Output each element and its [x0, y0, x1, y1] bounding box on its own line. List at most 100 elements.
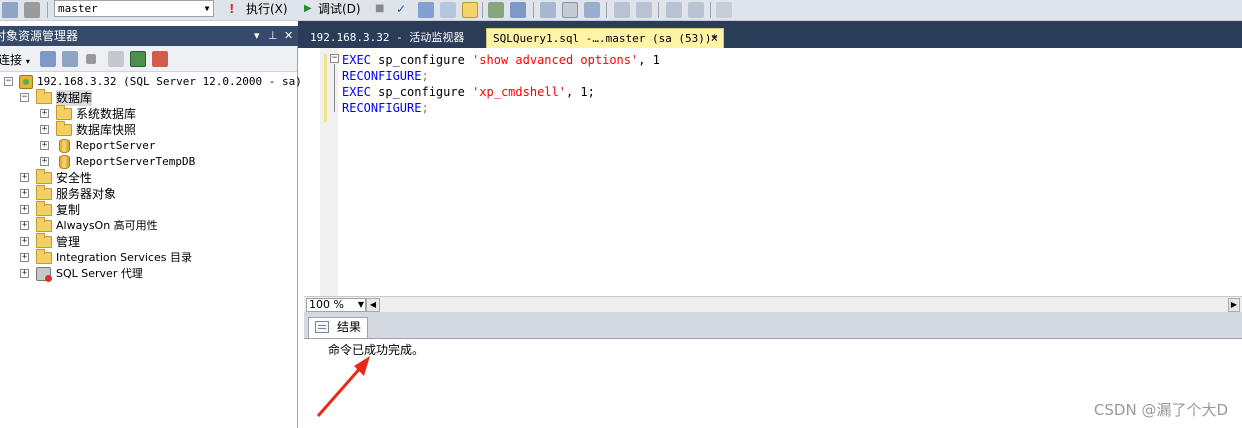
tree-node-label: AlwaysOn 高可用性 [56, 219, 158, 232]
include-plan-icon[interactable] [488, 2, 504, 18]
expand-toggle[interactable]: + [20, 269, 29, 278]
tree-node-label: ReportServerTempDB [76, 155, 196, 168]
tree-node-server-objects[interactable]: + 服务器对象 [0, 185, 297, 202]
specify-template-icon[interactable] [716, 2, 732, 18]
object-explorer-title: 对象资源管理器 [0, 29, 79, 43]
tree-node-databases[interactable]: − 数据库 [0, 89, 297, 106]
results-to-file-icon[interactable] [562, 2, 578, 18]
arrow-shaft [316, 365, 364, 417]
pin-icon[interactable]: ⊥ [268, 26, 278, 46]
editor-gutter [320, 48, 338, 296]
folder-icon [36, 201, 52, 216]
results-to-grid-icon[interactable] [540, 2, 556, 18]
object-explorer-titlebar: 对象资源管理器 ▾ ⊥ ✕ [0, 26, 298, 46]
object-explorer-toolbar: 连接 ▾ [0, 46, 297, 72]
scroll-left-button[interactable]: ◀ [366, 298, 380, 312]
tab-label: 结果 [337, 320, 362, 334]
folder-icon [36, 89, 52, 104]
tree-node-server[interactable]: − 192.168.3.32 (SQL Server 12.0.2000 - s… [0, 74, 302, 90]
tree-node-label: 管理 [56, 235, 81, 249]
filter-icon[interactable] [108, 51, 124, 67]
expand-toggle[interactable]: + [20, 189, 29, 198]
sql-identifier: sp_configure [370, 85, 473, 99]
expand-toggle[interactable]: + [40, 109, 49, 118]
client-stats-icon[interactable] [510, 2, 526, 18]
refresh-icon[interactable] [130, 51, 146, 67]
watermark: CSDN @漏了个大D [1093, 401, 1228, 419]
comment-icon[interactable] [614, 2, 630, 18]
folder-icon [36, 249, 52, 264]
expand-toggle[interactable]: + [40, 141, 49, 150]
dropdown-icon[interactable]: ▾ [254, 26, 260, 46]
code-line: EXEC sp_configure 'xp_cmdshell', 1; [342, 84, 595, 100]
tree-node-management[interactable]: + 管理 [0, 233, 297, 250]
uncomment-icon[interactable] [636, 2, 652, 18]
scroll-right-button[interactable]: ▶ [1228, 298, 1240, 312]
toolbar-separator [710, 2, 711, 18]
database-select[interactable]: master ▼ [54, 0, 214, 17]
stop-icon[interactable]: ■ [375, 1, 384, 17]
tree-node-system-databases[interactable]: + 系统数据库 [0, 105, 297, 122]
folder-icon [36, 217, 52, 232]
close-icon[interactable]: ✕ [284, 26, 293, 46]
tree-node-replication[interactable]: + 复制 [0, 201, 297, 218]
tab-close-icon[interactable]: × [711, 29, 718, 48]
increase-indent-icon[interactable] [688, 2, 704, 18]
sql-args: , 1 [638, 53, 660, 67]
sql-punct: ; [421, 101, 429, 115]
debug-icon[interactable]: ▶ [304, 1, 312, 17]
tree-node-database-snapshots[interactable]: + 数据库快照 [0, 121, 297, 138]
tab-label: 192.168.3.32 - 活动监视器 [310, 31, 465, 44]
expand-toggle[interactable]: + [20, 221, 29, 230]
tools-icon[interactable] [24, 2, 40, 18]
collapse-toggle[interactable]: − [4, 77, 13, 86]
expand-toggle[interactable]: + [20, 173, 29, 182]
outline-collapse-toggle[interactable]: − [330, 54, 339, 63]
connect-label: 连接 [0, 53, 23, 67]
execute-button[interactable]: 执行(X) [246, 1, 288, 17]
collapse-toggle[interactable]: − [20, 93, 29, 102]
toolbar-separator [533, 2, 534, 18]
object-explorer-icon[interactable] [2, 2, 18, 18]
folder-icon [36, 169, 52, 184]
connect-button[interactable]: 连接 ▾ [0, 51, 30, 68]
expand-toggle[interactable]: + [20, 205, 29, 214]
messages-icon [315, 321, 329, 333]
tab-activity-monitor[interactable]: 192.168.3.32 - 活动监视器 [304, 28, 484, 48]
editor-zoom-bar: 100 % ▼ ◀ ▶ [304, 296, 1242, 312]
expand-toggle[interactable]: + [20, 237, 29, 246]
results-to-text-icon[interactable] [462, 2, 478, 18]
tab-sqlquery1[interactable]: SQLQuery1.sql -….master (sa (53))* × [486, 28, 724, 48]
zoom-select[interactable]: 100 % ▼ [306, 298, 366, 312]
folder-icon [56, 121, 72, 136]
tab-messages[interactable]: 结果 [308, 317, 368, 338]
results-tab-strip: 结果 [304, 312, 1242, 338]
expand-toggle[interactable]: + [40, 125, 49, 134]
activity-monitor-icon[interactable] [152, 51, 168, 67]
debug-button[interactable]: 调试(D) [318, 1, 361, 17]
main-toolbar: master ▼ ! 执行(X) ▶ 调试(D) ■ ✓ [0, 0, 1242, 21]
connect-object-explorer-icon[interactable] [40, 51, 56, 67]
display-plan-icon[interactable] [440, 2, 456, 18]
tree-node-reportserver[interactable]: + ReportServer [0, 138, 297, 154]
query-editor[interactable]: − EXEC sp_configure 'show advanced optio… [304, 48, 1242, 296]
tree-node-security[interactable]: + 安全性 [0, 169, 297, 186]
stop-icon[interactable] [86, 54, 96, 64]
specify-values-icon[interactable] [584, 2, 600, 18]
decrease-indent-icon[interactable] [666, 2, 682, 18]
sql-string: 'show advanced options' [472, 53, 639, 67]
expand-toggle[interactable]: + [40, 157, 49, 166]
sql-punct: ; [421, 69, 429, 83]
execute-icon[interactable]: ! [229, 1, 234, 17]
sql-args: , 1; [565, 85, 595, 99]
tree-node-sql-server-agent[interactable]: + SQL Server 代理 [0, 266, 297, 282]
query-options-icon[interactable] [418, 2, 434, 18]
toolbar-separator [658, 2, 659, 18]
tree-node-integration-services[interactable]: + Integration Services 目录 [0, 249, 297, 266]
chevron-down-icon: ▼ [357, 300, 364, 309]
disconnect-icon[interactable] [62, 51, 78, 67]
tree-node-alwayson[interactable]: + AlwaysOn 高可用性 [0, 217, 297, 234]
tree-node-reportservertempdb[interactable]: + ReportServerTempDB [0, 154, 297, 170]
parse-check-icon[interactable]: ✓ [396, 1, 406, 17]
expand-toggle[interactable]: + [20, 253, 29, 262]
